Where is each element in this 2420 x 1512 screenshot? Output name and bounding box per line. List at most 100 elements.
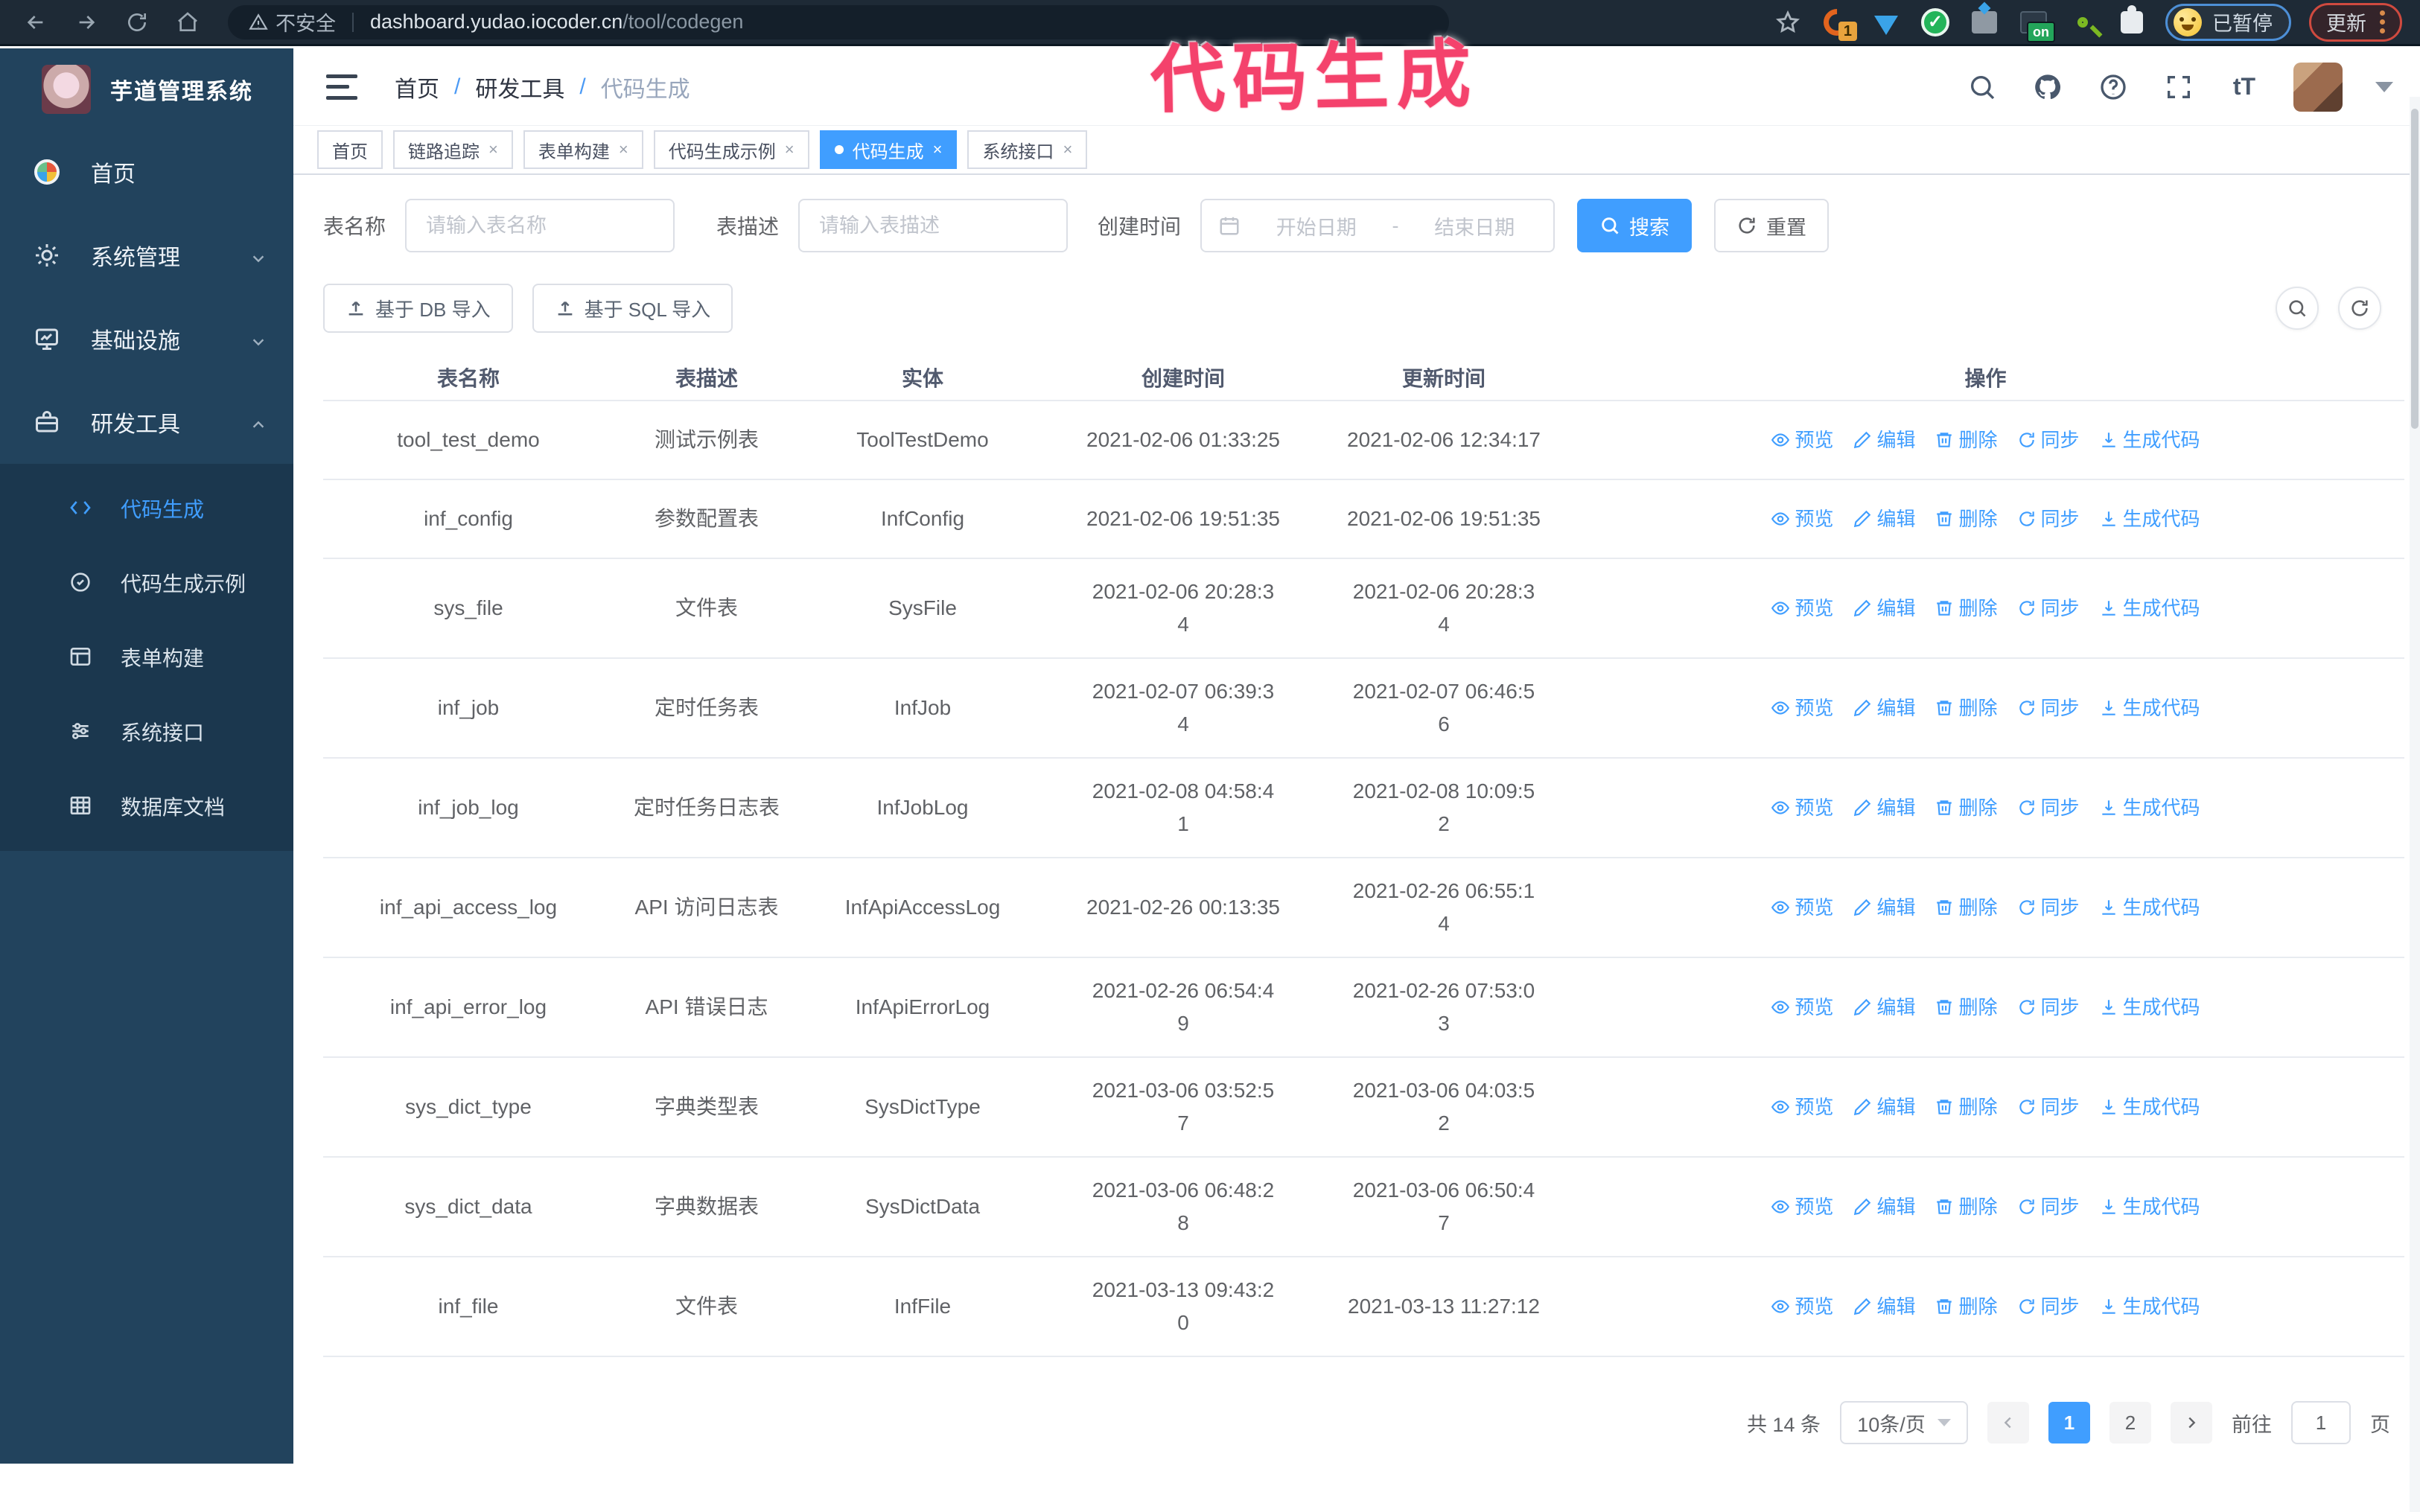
delete-link[interactable]: 删除 [1935, 424, 1998, 456]
tab-form-builder[interactable]: 表单构建 × [523, 130, 643, 169]
reset-button[interactable]: 重置 [1714, 199, 1830, 252]
delete-link[interactable]: 删除 [1935, 1190, 1998, 1223]
extension-dark-icon[interactable]: on [2018, 7, 2055, 42]
preview-link[interactable]: 预览 [1771, 991, 1833, 1024]
preview-link[interactable]: 预览 [1771, 1290, 1833, 1323]
sidebar-item-home[interactable]: 首页 [0, 130, 293, 214]
sync-link[interactable]: 同步 [2017, 503, 2080, 535]
table-name-input[interactable] [405, 199, 675, 252]
delete-link[interactable]: 删除 [1935, 692, 1998, 724]
breadcrumb-dev-tools[interactable]: 研发工具 [475, 71, 564, 103]
delete-link[interactable]: 删除 [1935, 991, 1998, 1024]
tab-tracing[interactable]: 链路追踪 × [393, 130, 513, 169]
app-logo-row[interactable]: 芋道管理系统 [0, 48, 293, 130]
tab-codegen-example[interactable]: 代码生成示例 × [653, 130, 809, 169]
tab-close-icon[interactable]: × [1063, 141, 1072, 158]
forward-icon[interactable] [71, 7, 101, 37]
github-icon[interactable] [2031, 71, 2064, 103]
home-icon[interactable] [173, 7, 203, 37]
sidebar-item-system-api[interactable]: 系统接口 [0, 695, 293, 769]
sync-link[interactable]: 同步 [2017, 592, 2080, 625]
preview-link[interactable]: 预览 [1771, 1190, 1833, 1223]
extensions-puzzle-icon[interactable] [2116, 4, 2147, 38]
extension-key-icon[interactable] [2067, 7, 2098, 38]
edit-link[interactable]: 编辑 [1853, 592, 1915, 625]
generate-code-link[interactable]: 生成代码 [2099, 503, 2200, 535]
page-size-select[interactable]: 10条/页 [1840, 1401, 1968, 1444]
page-button-1[interactable]: 1 [2048, 1402, 2090, 1444]
toggle-search-button[interactable] [2276, 287, 2319, 330]
user-avatar[interactable] [2293, 62, 2343, 112]
sidebar-item-infrastructure[interactable]: 基础设施 [0, 297, 293, 380]
delete-link[interactable]: 删除 [1935, 592, 1998, 625]
table-desc-input[interactable] [798, 199, 1069, 252]
search-icon[interactable] [1966, 71, 1999, 103]
generate-code-link[interactable]: 生成代码 [2099, 1190, 2200, 1223]
profile-paused-badge[interactable]: 已暂停 [2165, 3, 2291, 41]
bookmark-star-icon[interactable] [1772, 7, 1803, 38]
preview-link[interactable]: 预览 [1771, 424, 1833, 456]
sidebar-item-form-builder[interactable]: 表单构建 [0, 620, 293, 695]
tab-home[interactable]: 首页 [317, 130, 383, 169]
edit-link[interactable]: 编辑 [1853, 991, 1915, 1024]
edit-link[interactable]: 编辑 [1853, 424, 1915, 456]
search-button[interactable]: 搜索 [1577, 199, 1693, 252]
delete-link[interactable]: 删除 [1935, 503, 1998, 535]
import-db-button[interactable]: 基于 DB 导入 [323, 284, 513, 333]
edit-link[interactable]: 编辑 [1853, 1190, 1915, 1223]
preview-link[interactable]: 预览 [1771, 592, 1833, 625]
delete-link[interactable]: 删除 [1935, 1091, 1998, 1123]
back-icon[interactable] [21, 7, 51, 37]
date-range-picker[interactable]: 开始日期 - 结束日期 [1200, 199, 1556, 252]
tab-close-icon[interactable]: × [785, 141, 795, 158]
edit-link[interactable]: 编辑 [1853, 692, 1915, 724]
avatar-caret-icon[interactable] [2375, 81, 2393, 92]
tab-system-api[interactable]: 系统接口 × [967, 130, 1088, 169]
sync-link[interactable]: 同步 [2017, 692, 2080, 724]
extension-check-icon[interactable]: ✓ [1920, 7, 1951, 38]
generate-code-link[interactable]: 生成代码 [2099, 424, 2200, 456]
sync-link[interactable]: 同步 [2017, 424, 2080, 456]
generate-code-link[interactable]: 生成代码 [2099, 991, 2200, 1024]
tab-codegen[interactable]: 代码生成 × [819, 130, 958, 169]
hamburger-icon[interactable] [326, 74, 357, 100]
extension-gem-icon[interactable] [1870, 7, 1902, 38]
edit-link[interactable]: 编辑 [1853, 1290, 1915, 1323]
breadcrumb-home[interactable]: 首页 [395, 71, 439, 103]
next-page-button[interactable] [2171, 1402, 2212, 1444]
preview-link[interactable]: 预览 [1771, 891, 1833, 924]
preview-link[interactable]: 预览 [1771, 1091, 1833, 1123]
edit-link[interactable]: 编辑 [1853, 1091, 1915, 1123]
generate-code-link[interactable]: 生成代码 [2099, 692, 2200, 724]
edit-link[interactable]: 编辑 [1853, 891, 1915, 924]
tab-close-icon[interactable]: × [933, 141, 943, 158]
sidebar-item-database-doc[interactable]: 数据库文档 [0, 769, 293, 843]
browser-update-button[interactable]: 更新 [2309, 2, 2402, 42]
tab-close-icon[interactable]: × [488, 141, 498, 158]
sync-link[interactable]: 同步 [2017, 1290, 2080, 1323]
browser-menu-icon[interactable] [2380, 10, 2385, 34]
generate-code-link[interactable]: 生成代码 [2099, 1091, 2200, 1123]
sidebar-item-dev-tools[interactable]: 研发工具 [0, 380, 293, 464]
generate-code-link[interactable]: 生成代码 [2099, 791, 2200, 824]
sync-link[interactable]: 同步 [2017, 991, 2080, 1024]
import-sql-button[interactable]: 基于 SQL 导入 [532, 284, 733, 333]
generate-code-link[interactable]: 生成代码 [2099, 1290, 2200, 1323]
reload-icon[interactable] [122, 7, 152, 37]
delete-link[interactable]: 删除 [1935, 1290, 1998, 1323]
edit-link[interactable]: 编辑 [1853, 503, 1915, 535]
page-button-2[interactable]: 2 [2109, 1402, 2151, 1444]
delete-link[interactable]: 删除 [1935, 791, 1998, 824]
sidebar-item-codegen[interactable]: 代码生成 [0, 471, 293, 546]
preview-link[interactable]: 预览 [1771, 503, 1833, 535]
sync-link[interactable]: 同步 [2017, 1091, 2080, 1123]
prev-page-button[interactable] [1987, 1402, 2029, 1444]
refresh-table-button[interactable] [2338, 287, 2381, 330]
scrollbar-thumb[interactable] [2411, 109, 2419, 429]
tab-close-icon[interactable]: × [619, 141, 628, 158]
sidebar-item-system-management[interactable]: 系统管理 [0, 214, 293, 297]
preview-link[interactable]: 预览 [1771, 692, 1833, 724]
sync-link[interactable]: 同步 [2017, 791, 2080, 824]
extension-orange-icon[interactable]: 1 [1818, 3, 1857, 41]
help-icon[interactable] [2097, 71, 2130, 103]
